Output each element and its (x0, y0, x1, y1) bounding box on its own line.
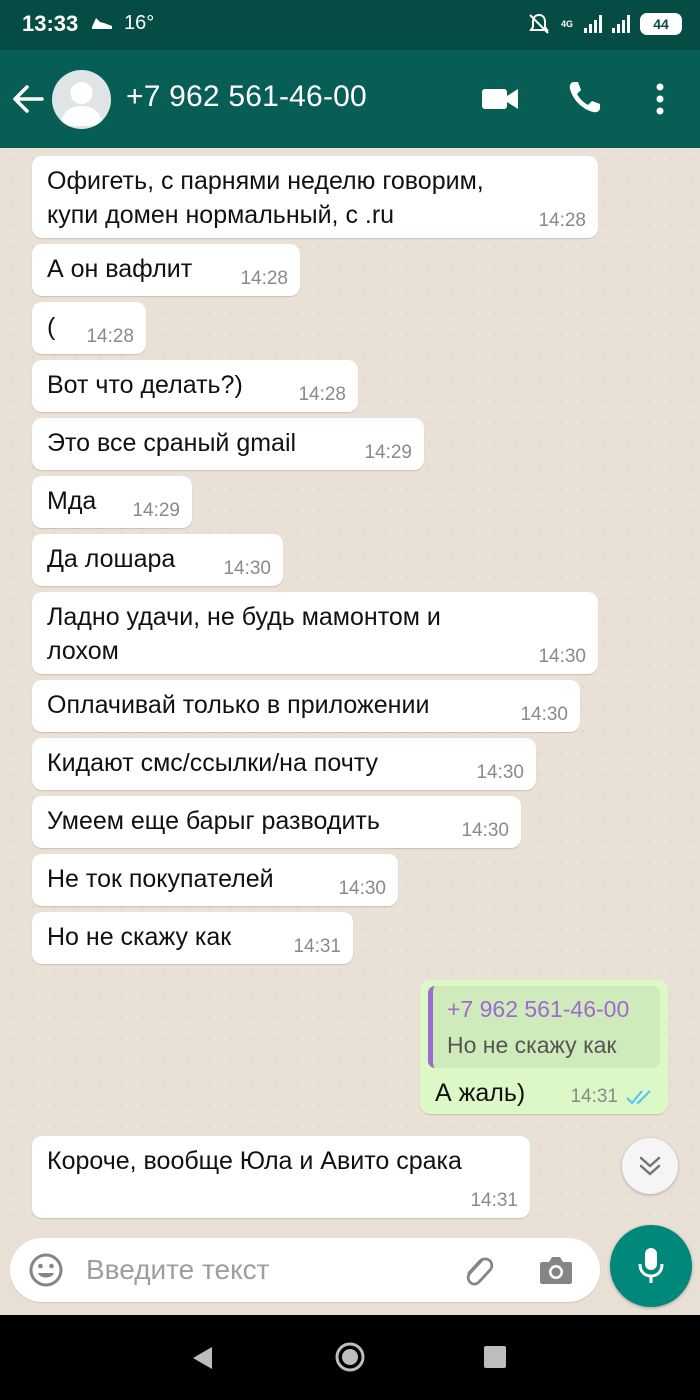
message-time: 14:30 (520, 704, 568, 725)
nav-home-icon[interactable] (334, 1341, 366, 1373)
message-text: Не ток покупателей (47, 865, 274, 893)
incoming-message[interactable]: Короче, вообще Юла и Авито срака 14:31 (32, 1136, 530, 1218)
system-navigation-bar (0, 1315, 700, 1400)
message-time: 14:28 (538, 210, 586, 231)
message-text: Да лошара (47, 545, 176, 573)
scroll-to-bottom-button[interactable] (622, 1138, 678, 1194)
double-chevron-down-icon (639, 1156, 661, 1176)
incoming-message[interactable]: Вот что делать?) 14:28 (32, 360, 358, 412)
incoming-message[interactable]: Ладно удачи, не будь мамонтом и лохом 14:… (32, 592, 598, 674)
chat-messages-area[interactable]: Офигеть, с парнями неделю говорим, купи д… (0, 148, 700, 1225)
default-avatar-icon (60, 82, 103, 126)
incoming-message[interactable]: Не ток покупателей 14:30 (32, 854, 398, 906)
status-bar: 13:33 16° 4G 44 (0, 0, 700, 50)
message-text: Мда (47, 487, 97, 515)
message-time: 14:28 (240, 268, 288, 289)
message-text: А он вафлит (47, 255, 193, 283)
back-arrow-icon[interactable] (12, 84, 44, 114)
phone-call-icon[interactable] (566, 80, 602, 116)
message-time: 14:28 (298, 384, 346, 405)
voice-record-button[interactable] (610, 1225, 692, 1307)
quoted-text: Но не скажу как (447, 1032, 617, 1058)
chat-header: +7 962 561-46-00 (0, 50, 700, 148)
more-options-icon[interactable] (648, 82, 672, 116)
incoming-message[interactable]: Умеем еще барыг разводить 14:30 (32, 796, 521, 848)
nav-back-icon[interactable] (190, 1345, 214, 1371)
quoted-author: +7 962 561-46-00 (447, 996, 630, 1022)
message-text: Оплачивай только в приложении (47, 691, 430, 719)
quoted-message[interactable]: +7 962 561-46-00 Но не скажу как (428, 986, 660, 1068)
message-text: Ладно удачи, не будь мамонтом и лохом (47, 603, 441, 665)
message-time: 14:31 (570, 1086, 618, 1107)
shoe-icon (92, 18, 112, 29)
read-receipt-icon (626, 1090, 651, 1105)
battery-indicator: 44 (640, 13, 682, 35)
message-text: Короче, вообще Юла и Авито срака (47, 1147, 462, 1175)
message-time: 14:30 (223, 558, 271, 579)
microphone-icon (638, 1248, 664, 1283)
message-time: 14:28 (86, 326, 134, 347)
contact-name[interactable]: +7 962 561-46-00 (126, 80, 367, 114)
mute-bell-icon (529, 13, 549, 34)
incoming-message[interactable]: Да лошара 14:30 (32, 534, 283, 586)
incoming-message[interactable]: Оплачивай только в приложении 14:30 (32, 680, 580, 732)
message-time: 14:31 (470, 1190, 518, 1211)
video-call-icon[interactable] (480, 84, 520, 114)
status-time: 13:33 (22, 11, 79, 36)
message-time: 14:29 (364, 442, 412, 463)
message-input[interactable]: Введите текст (10, 1238, 600, 1302)
emoji-icon[interactable] (28, 1252, 64, 1288)
message-time: 14:29 (132, 500, 180, 521)
message-text: Офигеть, с парнями неделю говорим, купи д… (47, 167, 484, 229)
incoming-message[interactable]: Офигеть, с парнями неделю говорим, купи д… (32, 156, 598, 238)
network-type-label: 4G (560, 18, 573, 29)
message-time: 14:30 (338, 878, 386, 899)
incoming-message[interactable]: Это все сраный gmail 14:29 (32, 418, 424, 470)
camera-icon[interactable] (538, 1253, 574, 1287)
message-input-bar: Введите текст (0, 1225, 700, 1315)
message-text: ( (47, 313, 56, 341)
incoming-message[interactable]: ( 14:28 (32, 302, 146, 354)
message-time: 14:30 (461, 820, 509, 841)
contact-avatar[interactable] (52, 70, 111, 129)
message-text: Вот что делать?) (47, 371, 243, 399)
message-text: Это все сраный gmail (47, 429, 297, 457)
message-text: Но не скажу как (47, 923, 232, 951)
message-time: 14:30 (538, 646, 586, 667)
message-text: Кидают смс/ссылки/на почту (47, 749, 378, 777)
outgoing-message[interactable]: +7 962 561-46-00 Но не скажу как А жаль)… (420, 980, 668, 1114)
message-text: Умеем еще барыг разводить (47, 807, 380, 835)
incoming-message[interactable]: Мда 14:29 (32, 476, 192, 528)
signal-icon (584, 15, 602, 33)
message-time: 14:31 (293, 936, 341, 957)
incoming-message[interactable]: А он вафлит 14:28 (32, 244, 300, 296)
message-time: 14:30 (476, 762, 524, 783)
incoming-message[interactable]: Но не скажу как 14:31 (32, 912, 353, 964)
signal-icon-2 (612, 15, 630, 33)
status-temperature: 16° (124, 12, 155, 34)
message-input-placeholder: Введите текст (86, 1254, 270, 1285)
incoming-message[interactable]: Кидают смс/ссылки/на почту 14:30 (32, 738, 536, 790)
nav-recent-apps-icon[interactable] (484, 1346, 506, 1368)
message-text: А жаль) (435, 1079, 526, 1107)
attach-icon[interactable] (460, 1252, 496, 1288)
